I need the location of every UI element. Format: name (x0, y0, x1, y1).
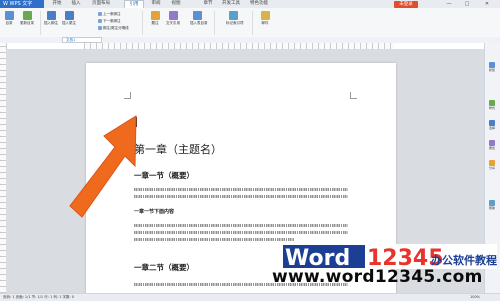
footnote-separator-button[interactable]: 脚注/尾注分隔线 (98, 26, 129, 31)
panel-new[interactable]: 新建 (486, 62, 498, 72)
panel-help[interactable]: 帮助 (486, 200, 498, 210)
ribbon-divider (252, 11, 253, 35)
paragraph-line[interactable] (134, 238, 294, 241)
prev-footnote-button[interactable]: 上一条脚注 (98, 12, 121, 17)
tab-insert[interactable]: 插入 (67, 0, 85, 8)
paragraph-line[interactable] (134, 231, 348, 234)
tab-developer[interactable]: 开发工具 (218, 0, 244, 8)
panel-select[interactable]: 选择 (486, 120, 498, 130)
panel-properties[interactable]: 属性 (486, 140, 498, 150)
app-menu-button[interactable]: W WPS 文字 (0, 0, 44, 8)
paragraph-line[interactable] (134, 188, 348, 191)
table-index-icon (192, 11, 202, 20)
tab-home[interactable]: 开始 (48, 0, 66, 8)
footnote-button[interactable]: 插入脚注 (44, 11, 58, 26)
footnote-icon (46, 11, 56, 20)
tab-review[interactable]: 审阅 (147, 0, 165, 8)
watermark-url: www.word12345.com (272, 267, 483, 287)
word12345-logo: Word 12345 办公软件教程 (283, 244, 497, 269)
minimize-icon[interactable]: — (444, 1, 454, 7)
paragraph-line[interactable] (134, 195, 348, 198)
table-index-button[interactable]: 插入表目录 (190, 11, 208, 26)
brand-chinese: 办公软件教程 (431, 253, 497, 267)
tab-special-features[interactable]: 特色功能 (246, 0, 272, 8)
endnote-icon (64, 11, 74, 20)
toc-button[interactable]: 目录 (2, 11, 16, 26)
section-heading[interactable]: 一章二节（概要） (134, 262, 194, 273)
brand-word: Word (285, 246, 350, 269)
next-footnote-icon (98, 19, 102, 23)
crossref-icon (168, 11, 178, 20)
next-footnote-button[interactable]: 下一条脚注 (98, 19, 121, 24)
margin-corner-mark (350, 92, 357, 99)
separator-icon (98, 26, 102, 30)
margin-corner-mark (124, 92, 131, 99)
prev-footnote-icon (98, 12, 102, 16)
caption-button[interactable]: 题注 (148, 11, 162, 26)
maximize-icon[interactable]: □ (462, 1, 472, 7)
ribbon-divider (214, 11, 215, 35)
tab-page-layout[interactable]: 页面布局 (88, 0, 114, 8)
toc-icon (4, 11, 14, 20)
caption-icon (150, 11, 160, 20)
update-toc-button[interactable]: 更新目录 (20, 11, 34, 26)
mail-icon (260, 11, 270, 20)
mark-index-button[interactable]: 标记索引项 (226, 11, 244, 26)
ribbon-divider (40, 11, 41, 35)
chapter-heading[interactable]: 第一章（主题名） (134, 141, 222, 157)
ribbon-divider (142, 11, 143, 35)
pointer-arrow-icon (69, 115, 137, 218)
tab-chapter[interactable]: 章节 (199, 0, 217, 8)
tab-references[interactable]: 引用 (124, 0, 144, 8)
login-button[interactable]: 未登录 (394, 1, 418, 8)
panel-share[interactable]: 分享 (486, 160, 498, 170)
index-mark-icon (228, 11, 238, 20)
paragraph-line[interactable] (134, 224, 348, 227)
panel-styles[interactable]: 样式 (486, 100, 498, 110)
endnote-button[interactable]: 插入尾注 (62, 11, 76, 26)
close-icon[interactable]: ✕ (482, 1, 492, 7)
cross-reference-button[interactable]: 交叉引用 (166, 11, 180, 26)
tab-view[interactable]: 视图 (167, 0, 185, 8)
mail-button[interactable]: 邮件 (258, 11, 272, 26)
update-toc-icon (22, 11, 32, 20)
